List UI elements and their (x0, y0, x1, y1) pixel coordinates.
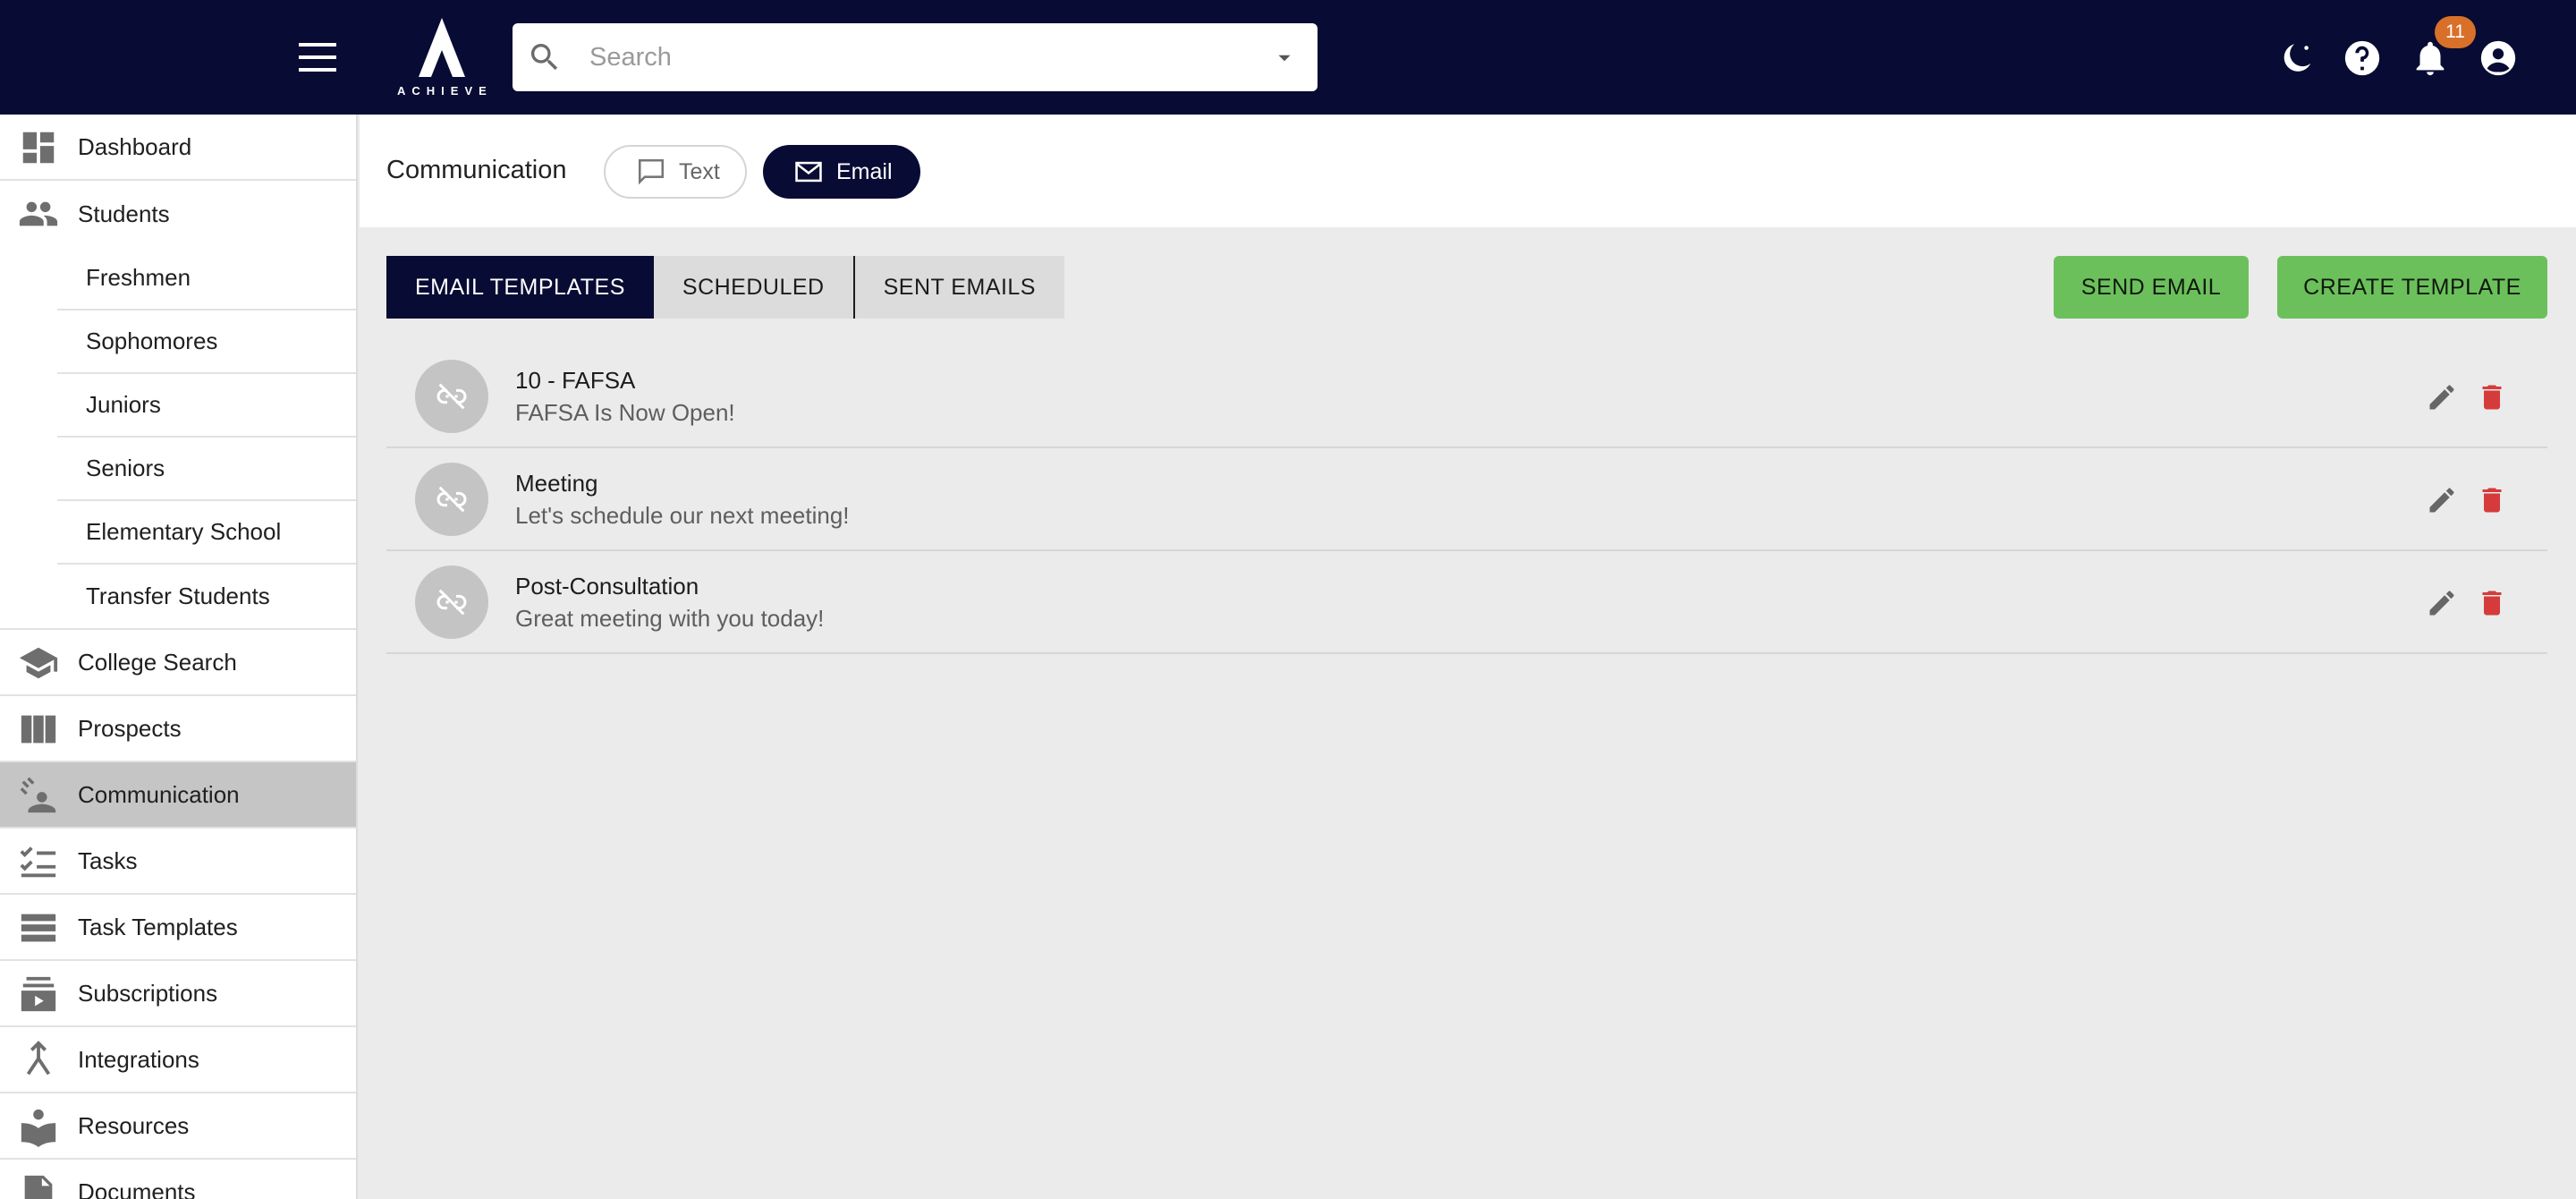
dashboard-icon (22, 132, 55, 164)
sidebar-item-label: Task Templates (78, 913, 238, 940)
template-title: 10 - FAFSA (515, 367, 636, 394)
sidebar-item-label: Integrations (78, 1045, 199, 1073)
account-icon[interactable] (2478, 38, 2519, 79)
sidebar-item-label: Documents (78, 1178, 196, 1199)
merge-icon (26, 1041, 51, 1076)
sidebar-item-prospects[interactable]: Prospects (0, 696, 356, 762)
sidebar-item-label: Resources (78, 1111, 190, 1139)
sidebar-subitem-transfer-students[interactable]: Transfer Students (57, 565, 356, 628)
chip-label: Text (679, 158, 720, 184)
notification-badge: 11 (2435, 16, 2476, 48)
avatar (415, 360, 488, 433)
sidebar-nav: Dashboard Students Freshmen Sophomores J… (0, 115, 358, 1199)
avatar (415, 565, 488, 639)
tab-scheduled[interactable]: SCHEDULED (653, 256, 853, 319)
logo-wordmark: ACHIEVE (397, 84, 493, 98)
sidebar-item-resources[interactable]: Resources (0, 1093, 356, 1160)
sidebar-subitem-label: Elementary School (86, 518, 282, 545)
edit-icon[interactable] (2426, 484, 2458, 516)
send-email-button[interactable]: SEND EMAIL (2054, 256, 2249, 319)
sidebar-item-label: Tasks (78, 846, 138, 874)
delete-icon[interactable] (2476, 381, 2508, 413)
edit-icon[interactable] (2426, 381, 2458, 413)
sidebar-item-students[interactable]: Students (0, 181, 356, 247)
mail-icon (795, 161, 822, 183)
template-title: Post-Consultation (515, 573, 699, 600)
edit-icon[interactable] (2426, 587, 2458, 619)
template-subject: FAFSA Is Now Open! (515, 399, 735, 426)
create-template-button[interactable]: CREATE TEMPLATE (2277, 256, 2547, 319)
menu-icon[interactable] (295, 36, 340, 79)
template-title: Meeting (515, 470, 598, 497)
book-icon (21, 1109, 56, 1147)
sidebar-subitem-juniors[interactable]: Juniors (57, 374, 356, 438)
template-subject: Great meeting with you today! (515, 605, 825, 632)
search-bar[interactable] (513, 23, 1318, 91)
search-input[interactable] (589, 23, 1216, 91)
sidebar-item-task-templates[interactable]: Task Templates (0, 895, 356, 961)
top-app-bar: ACHIEVE 11 (0, 0, 2576, 115)
dark-mode-icon[interactable] (2277, 38, 2318, 79)
sidebar-item-integrations[interactable]: Integrations (0, 1027, 356, 1093)
sidebar-item-communication[interactable]: Communication (0, 762, 356, 829)
template-list: 10 - FAFSA FAFSA Is Now Open! Meeting Le… (386, 345, 2547, 654)
sidebar-subitem-label: Seniors (86, 455, 165, 481)
delete-icon[interactable] (2476, 484, 2508, 516)
sidebar-item-subscriptions[interactable]: Subscriptions (0, 961, 356, 1027)
sidebar-subitem-sophomores[interactable]: Sophomores (57, 310, 356, 374)
email-channel-chip[interactable]: Email (763, 145, 920, 199)
link-off-icon (436, 383, 467, 410)
link-off-icon (436, 486, 467, 513)
subscriptions-icon (21, 976, 56, 1012)
text-channel-chip[interactable]: Text (604, 145, 747, 199)
email-tabs: EMAIL TEMPLATES SCHEDULED SENT EMAILS (386, 256, 1064, 319)
sidebar-item-label: Communication (78, 780, 240, 808)
sidebar-item-label: College Search (78, 648, 237, 676)
list-item[interactable]: 10 - FAFSA FAFSA Is Now Open! (386, 345, 2547, 448)
tab-sent-emails[interactable]: SENT EMAILS (852, 256, 1064, 319)
dropdown-caret-icon[interactable] (1273, 47, 1296, 70)
page-title: Communication (386, 156, 567, 184)
list-icon (21, 914, 56, 942)
template-subject: Let's schedule our next meeting! (515, 502, 850, 529)
avatar (415, 463, 488, 536)
sidebar-item-label: Subscriptions (78, 979, 218, 1007)
chat-bubble-icon (638, 158, 665, 185)
students-group: Students Freshmen Sophomores Juniors Sen… (0, 181, 356, 630)
sidebar-subitem-label: Sophomores (86, 327, 218, 354)
tab-email-templates[interactable]: EMAIL TEMPLATES (386, 256, 654, 319)
page-header: Communication Text Email (360, 115, 2576, 227)
people-icon (19, 201, 58, 226)
link-off-icon (436, 589, 467, 616)
sidebar-item-label: Prospects (78, 714, 182, 742)
chip-label: Email (836, 158, 893, 184)
columns-icon (21, 715, 56, 744)
delete-icon[interactable] (2476, 587, 2508, 619)
sidebar-subitem-seniors[interactable]: Seniors (57, 438, 356, 501)
document-icon (24, 1175, 53, 1199)
sidebar-subitem-elementary-school[interactable]: Elementary School (57, 501, 356, 565)
sidebar-subitem-label: Transfer Students (86, 582, 270, 609)
checklist-icon (20, 846, 56, 878)
sidebar-item-documents[interactable]: Documents (0, 1160, 356, 1199)
sidebar-subitem-label: Juniors (86, 391, 161, 418)
sidebar-subitem-label: Freshmen (86, 264, 191, 291)
sidebar-subitem-freshmen[interactable]: Freshmen (57, 247, 356, 310)
sidebar-item-tasks[interactable]: Tasks (0, 829, 356, 895)
search-icon (530, 44, 558, 71)
school-icon (19, 647, 58, 679)
sidebar-item-label: Dashboard (78, 132, 192, 160)
communication-icon (20, 777, 56, 813)
list-item[interactable]: Post-Consultation Great meeting with you… (386, 551, 2547, 654)
help-icon[interactable] (2342, 38, 2383, 79)
list-item[interactable]: Meeting Let's schedule our next meeting! (386, 448, 2547, 551)
sidebar-item-label: Students (78, 200, 170, 227)
sidebar-item-college-search[interactable]: College Search (0, 630, 356, 696)
sidebar-item-dashboard[interactable]: Dashboard (0, 115, 356, 181)
